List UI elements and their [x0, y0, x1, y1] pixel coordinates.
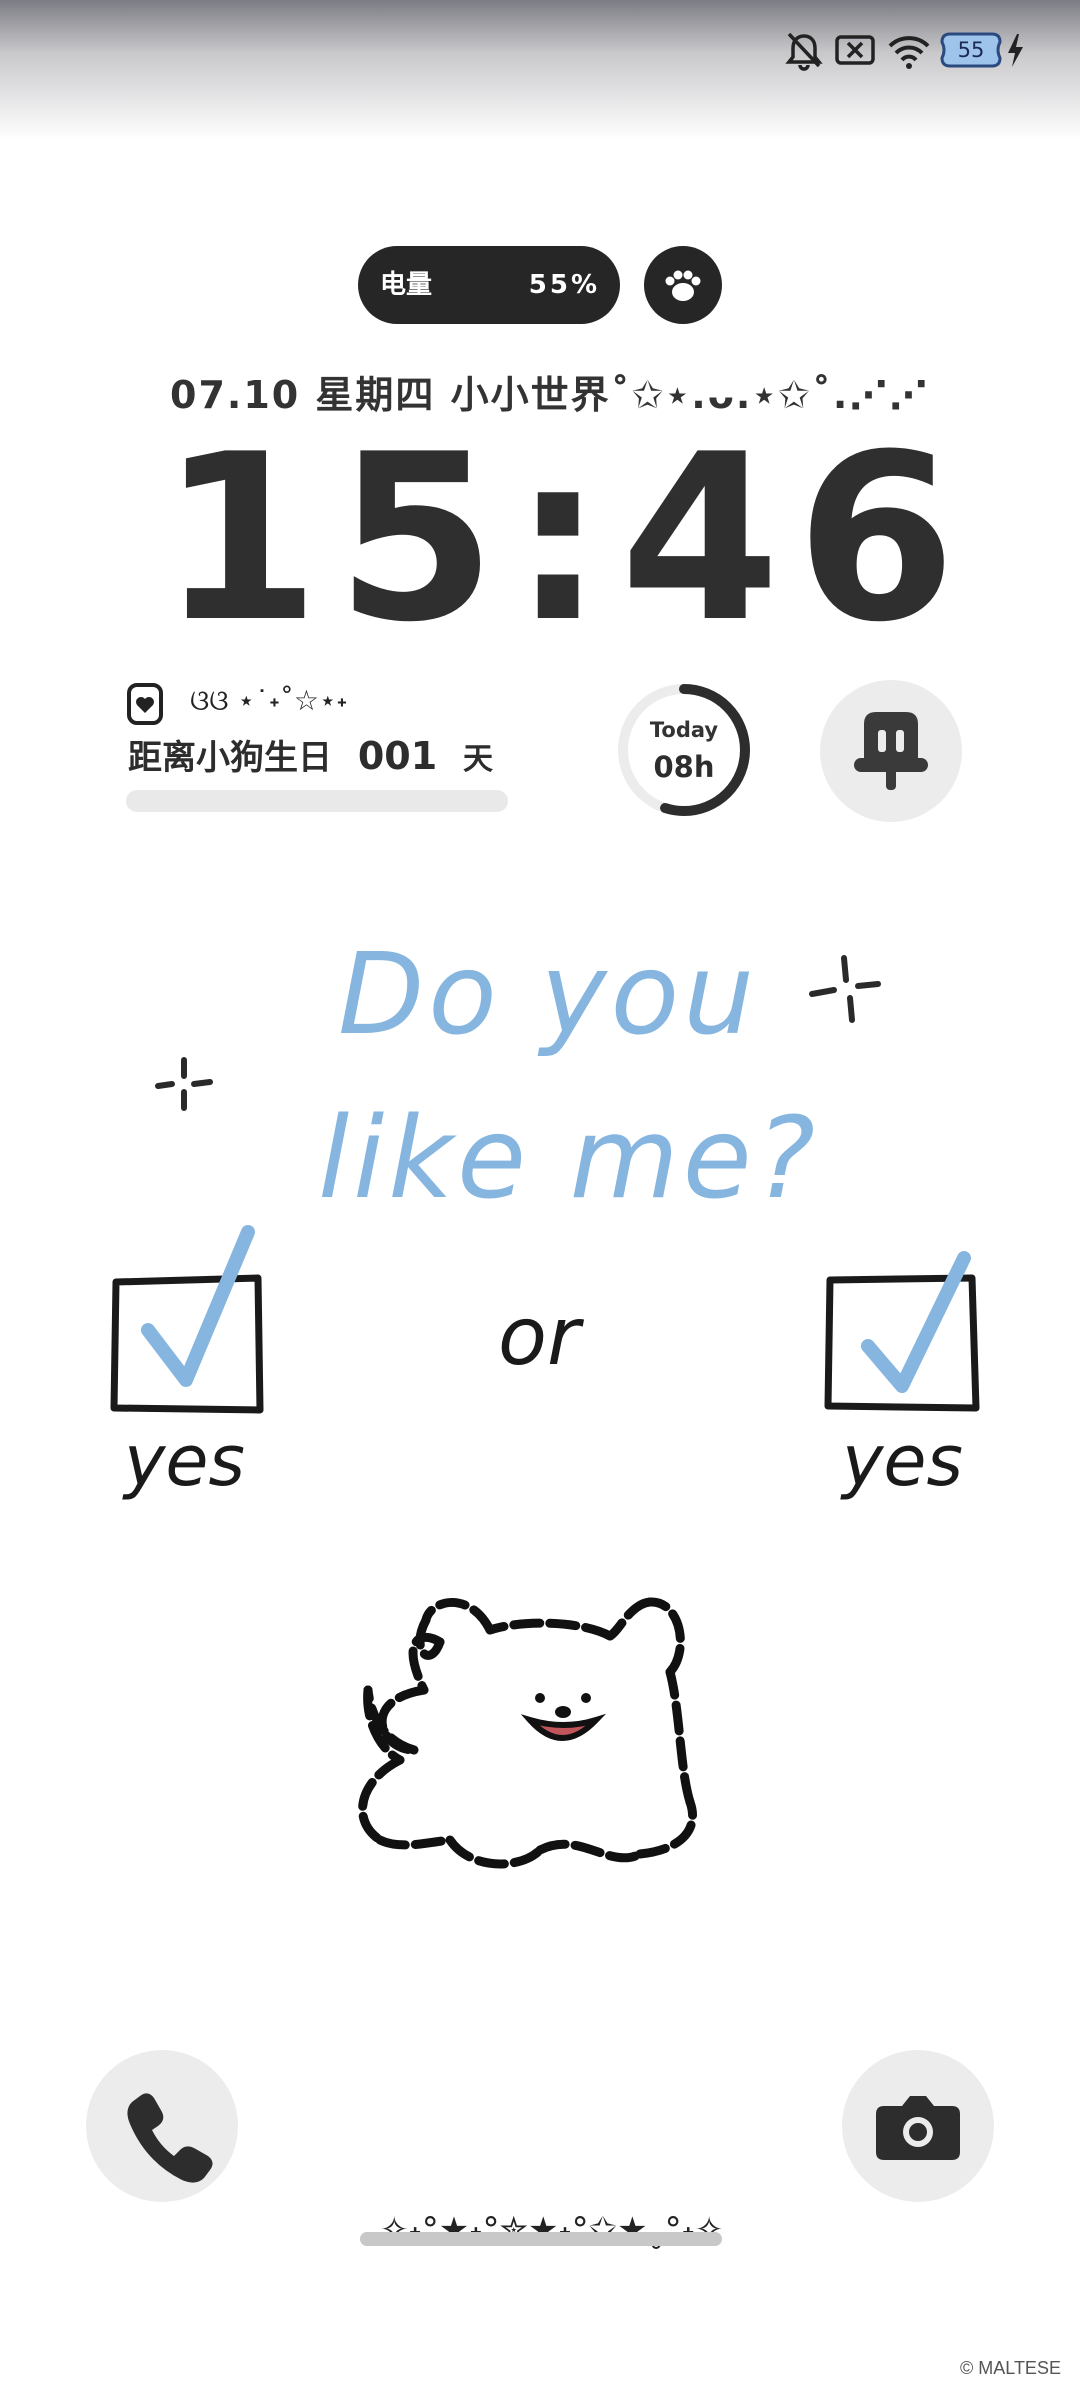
camera-icon: [876, 2096, 960, 2160]
charging-bolt-icon: [1008, 34, 1023, 67]
wallpaper-yes-right: yes: [842, 1420, 963, 1502]
battery-pill-value: 55%: [528, 270, 600, 300]
paw-icon: [665, 270, 701, 301]
today-title: Today: [649, 718, 719, 742]
wallpaper-text-line1: Do you: [338, 930, 759, 1060]
sim-off-icon: [835, 35, 875, 65]
lockscreen-clock: 15:46: [160, 406, 973, 673]
wallpaper-yes-left: yes: [124, 1420, 245, 1502]
bell-muted-icon: [785, 32, 823, 71]
charging-plug-icon: [854, 712, 928, 790]
sparkle-icon: [155, 1057, 213, 1111]
bear-doodle-illustration: [358, 1597, 697, 1869]
birthday-countdown: 距离小狗生日 001 天: [128, 730, 493, 779]
paw-button[interactable]: [644, 246, 722, 324]
checked-box-right-icon: [824, 1251, 980, 1412]
birthday-unit: 天: [463, 742, 494, 777]
camera-shortcut-button[interactable]: [842, 2050, 994, 2202]
battery-pill-widget[interactable]: 电量 55%: [358, 246, 620, 324]
birthday-deco-text: ଓଓ ⋆˙˖˚☆⋆˖: [190, 684, 348, 717]
battery-pill-label: 电量: [380, 270, 433, 300]
sparkle-icon: [809, 955, 881, 1023]
battery-level-text: 55: [957, 38, 985, 62]
charging-widget[interactable]: [820, 680, 962, 822]
birthday-days: 001: [357, 734, 438, 778]
wallpaper-text-line2: like me?: [318, 1094, 820, 1224]
today-usage-widget[interactable]: Today 08h: [614, 680, 754, 820]
checked-box-left-icon: [110, 1225, 264, 1414]
birthday-label: 距离小狗生日: [128, 738, 332, 778]
heart-app-icon: [127, 683, 163, 725]
today-hours: 08h: [653, 750, 715, 784]
wifi-icon: [888, 36, 930, 69]
phone-shortcut-button[interactable]: [86, 2050, 238, 2202]
wallpaper-or-text: or: [498, 1290, 580, 1383]
phone-icon: [127, 2093, 213, 2183]
battery-indicator: 55: [940, 28, 1002, 72]
wallpaper-credit: © MALTESE: [960, 2358, 1061, 2378]
home-indicator[interactable]: [360, 2232, 722, 2246]
birthday-progress-bar: [126, 790, 508, 812]
